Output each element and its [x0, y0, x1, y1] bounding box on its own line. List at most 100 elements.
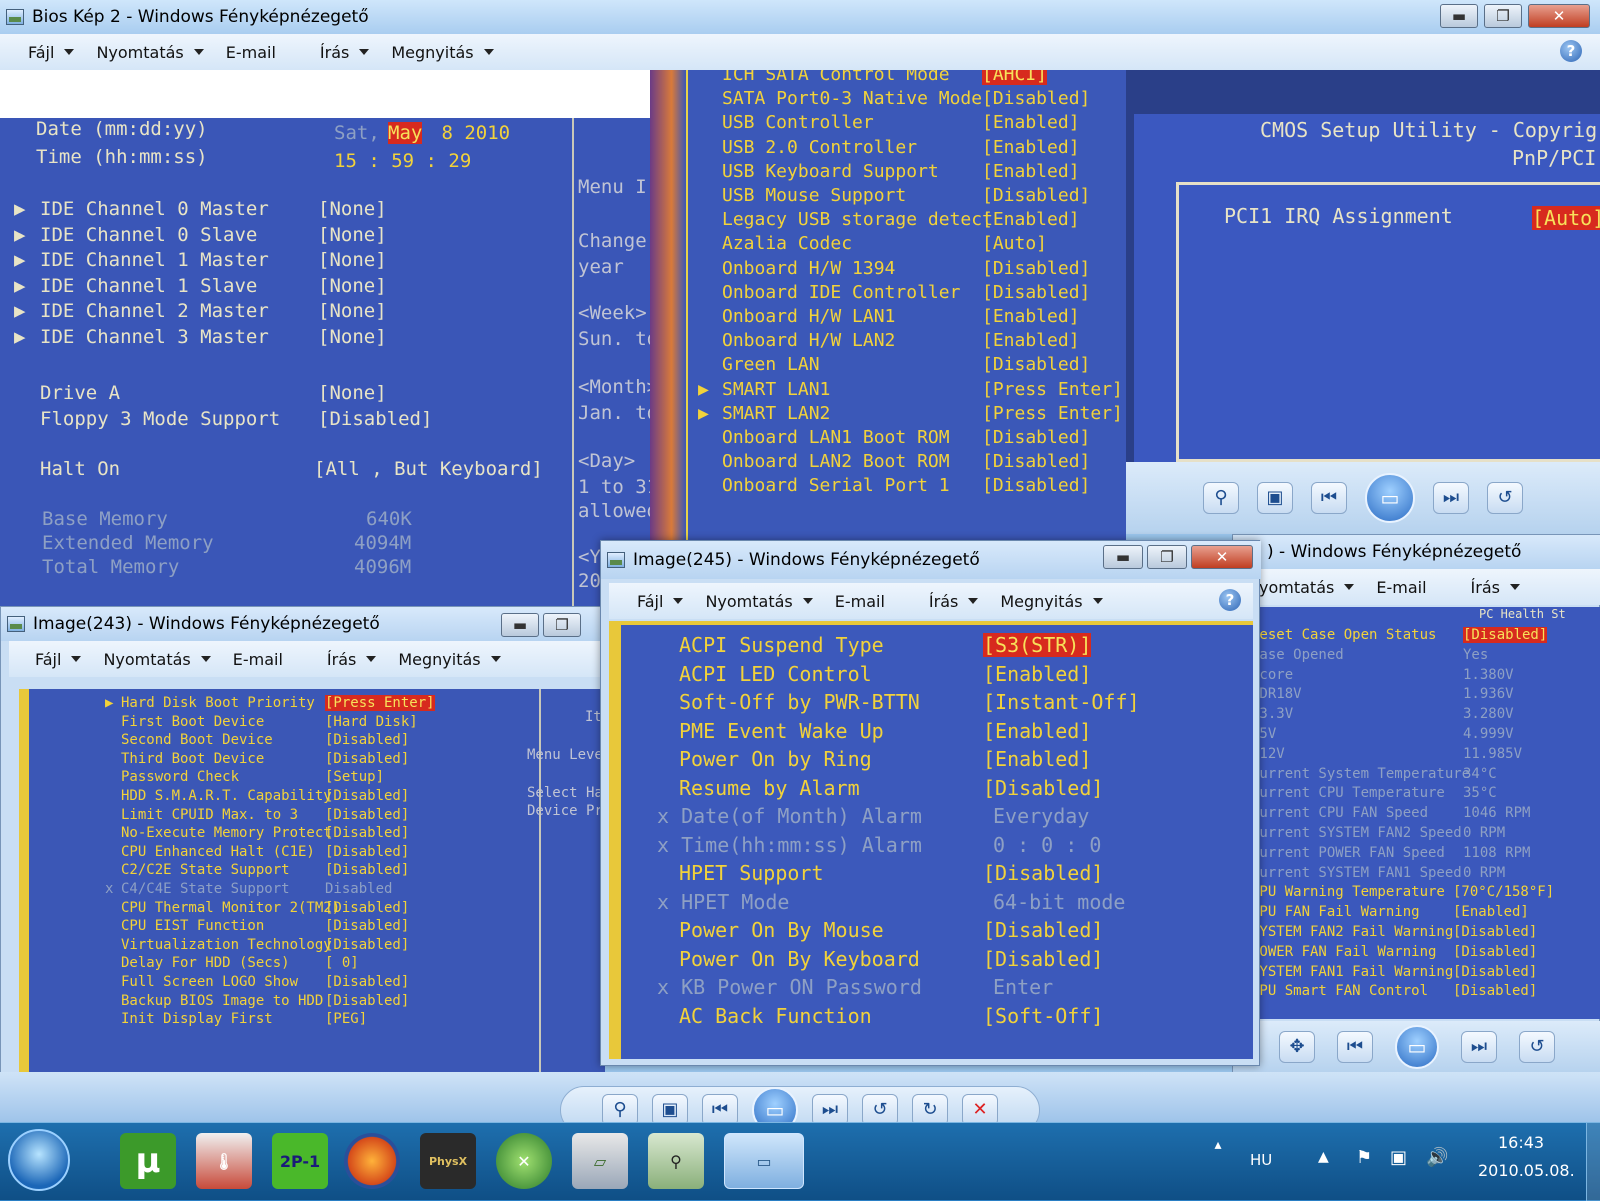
menu-email[interactable]: E-mail: [226, 43, 276, 62]
network-icon[interactable]: ▣: [1390, 1147, 1407, 1168]
next-icon[interactable]: ⏭: [1461, 1031, 1497, 1063]
clock-time[interactable]: 16:43: [1498, 1133, 1544, 1152]
thermometer-icon[interactable]: 🌡: [196, 1133, 252, 1189]
help-text: Menu I: [578, 176, 647, 198]
peripheral-value: [Press Enter]: [982, 402, 1123, 424]
health-item-value: 1.380V: [1463, 666, 1514, 683]
help-icon[interactable]: ?: [1560, 40, 1582, 62]
menu-burn[interactable]: Írás: [327, 650, 377, 669]
help-text: Select Ha: [527, 785, 603, 801]
window-245-close-button[interactable]: ✕: [1191, 545, 1253, 569]
health-item-value: [Disabled]: [1453, 943, 1538, 960]
ide-item-label: IDE Channel 0 Master: [40, 198, 269, 220]
menu-file[interactable]: Fájl: [28, 43, 75, 62]
main-minimize-button[interactable]: ▬: [1440, 4, 1478, 28]
menu-email[interactable]: E-mail: [233, 650, 283, 669]
chevron-down-icon: [968, 598, 979, 604]
tray-up-icon[interactable]: ▲: [1318, 1149, 1329, 1165]
show-desktop-button[interactable]: [1586, 1123, 1600, 1201]
boot-item-label: Backup BIOS Image to HDD: [121, 992, 324, 1009]
start-button[interactable]: [8, 1129, 70, 1191]
main-maximize-button[interactable]: ❐: [1484, 4, 1522, 28]
action-center-flag-icon[interactable]: ⚑: [1356, 1147, 1372, 1168]
menu-burn[interactable]: Írás: [320, 43, 370, 62]
firefox-icon[interactable]: [344, 1133, 400, 1189]
window-243-minimize-button[interactable]: ▬: [501, 613, 539, 637]
utorrent-icon[interactable]: µ: [120, 1133, 176, 1189]
power-item-label: Power On By Keyboard: [679, 946, 920, 971]
menu-print[interactable]: yomtatás: [1259, 578, 1355, 597]
boot-item-value: [Disabled]: [325, 825, 410, 842]
window-245-menubar: Fájl Nyomtatás E-mail Írás Megnyitás: [609, 583, 1253, 619]
boot-item-value: [Disabled]: [325, 732, 410, 749]
submenu-arrow-icon: ▶: [698, 378, 709, 400]
bios-panel-health: PC Health St Reset Case Open Status [Disa…: [1243, 607, 1600, 1019]
health-item-label: SYSTEM FAN1 Fail Warning: [1251, 963, 1454, 980]
language-indicator[interactable]: HU: [1250, 1151, 1272, 1169]
menu-open[interactable]: Megnyitás: [1000, 592, 1103, 611]
fit-icon[interactable]: ▣: [1257, 482, 1293, 514]
orange-strip: [650, 70, 686, 542]
peripheral-label: ICH SATA Control Mode: [722, 70, 950, 85]
rotate-left-icon[interactable]: ↺: [1519, 1031, 1555, 1063]
peripheral-value: [Enabled]: [982, 306, 1080, 327]
tray-chevron-icon[interactable]: ▴: [1208, 1137, 1228, 1185]
health-item-label: Case Opened: [1251, 646, 1344, 663]
volume-icon[interactable]: 🔊: [1426, 1147, 1448, 1168]
speedcrunch-icon[interactable]: 2P-1: [272, 1133, 328, 1189]
submenu-arrow-icon: ▶: [14, 325, 26, 348]
menu-print[interactable]: Nyomtatás: [96, 43, 204, 62]
previous-icon[interactable]: ⏮: [1311, 482, 1347, 514]
previous-icon[interactable]: ⏮: [1337, 1031, 1373, 1063]
power-item-label: Soft-Off by PWR-BTTN: [679, 690, 920, 714]
drive-icon[interactable]: ▱: [572, 1133, 628, 1189]
window-245-minimize-button[interactable]: ▬: [1103, 545, 1143, 569]
power-item-label: Power On By Mouse: [679, 918, 884, 942]
date-day: Sat,: [334, 122, 380, 144]
slideshow-icon[interactable]: ▭: [1365, 473, 1415, 523]
menu-burn[interactable]: Írás: [1471, 578, 1520, 597]
health-item-value: 0 RPM: [1463, 825, 1506, 841]
pci1-irq-value: [Auto]: [1532, 206, 1600, 230]
window-245-maximize-button[interactable]: ❐: [1147, 545, 1187, 569]
photo-viewer-taskbar-icon[interactable]: ▭: [724, 1133, 804, 1189]
menu-file[interactable]: Fájl: [35, 650, 82, 669]
zoom-icon[interactable]: ⚲: [1203, 482, 1239, 514]
help-text: <Week>: [578, 302, 647, 324]
window-243-maximize-button[interactable]: ❐: [543, 613, 581, 637]
clock-date[interactable]: 2010.05.08.: [1478, 1161, 1575, 1180]
network-scanner-icon[interactable]: ⚲: [648, 1133, 704, 1189]
main-close-button[interactable]: ✕: [1528, 4, 1590, 28]
menu-email[interactable]: E-mail: [1376, 578, 1426, 597]
peripheral-value: [Disabled]: [982, 451, 1091, 473]
submenu-arrow-icon: ▶: [14, 249, 26, 271]
boot-item-label: C2/C2E State Support: [121, 862, 290, 879]
fit-icon[interactable]: ✥: [1279, 1031, 1315, 1063]
slideshow-icon[interactable]: ▭: [1395, 1025, 1439, 1069]
help-icon[interactable]: ?: [1219, 589, 1241, 611]
peripheral-label: USB 2.0 Controller: [722, 136, 918, 158]
next-icon[interactable]: ⏭: [1433, 482, 1469, 514]
drive-a-value: [None]: [318, 382, 387, 404]
menu-print[interactable]: Nyomtatás: [103, 650, 211, 669]
help-text: Jan. to: [578, 402, 650, 424]
menu-print[interactable]: Nyomtatás: [705, 592, 813, 611]
pnp-header2: PnP/PCI: [1512, 146, 1597, 170]
window-right-titlebar[interactable]: ) - Windows Fényképnézegető: [1233, 535, 1600, 569]
menu-email[interactable]: E-mail: [835, 592, 885, 611]
xbox-icon[interactable]: ✕: [496, 1133, 552, 1189]
peripheral-label: Onboard LAN2 Boot ROM: [722, 451, 950, 473]
main-titlebar[interactable]: Bios Kép 2 - Windows Fényképnézegető: [0, 0, 1600, 34]
menu-file[interactable]: Fájl: [637, 592, 684, 611]
rotate-left-icon[interactable]: ↺: [1487, 482, 1523, 514]
right-nav-toolbar: ✥ ⏮ ▭ ⏭ ↺: [1233, 1021, 1600, 1073]
menu-open[interactable]: Megnyitás: [391, 43, 494, 62]
boot-item-label: No-Execute Memory Protect: [121, 825, 332, 842]
menu-burn[interactable]: Írás: [929, 592, 979, 611]
peripheral-value: [Disabled]: [982, 427, 1091, 448]
bios-panel-pnp-frame: CMOS Setup Utility - Copyrig PnP/PCI PCI…: [1126, 70, 1600, 462]
help-text: Sun. to: [578, 328, 650, 350]
physx-icon[interactable]: PhysX: [420, 1133, 476, 1189]
pci1-irq-label: PCI1 IRQ Assignment: [1224, 204, 1453, 228]
menu-open[interactable]: Megnyitás: [398, 650, 501, 669]
